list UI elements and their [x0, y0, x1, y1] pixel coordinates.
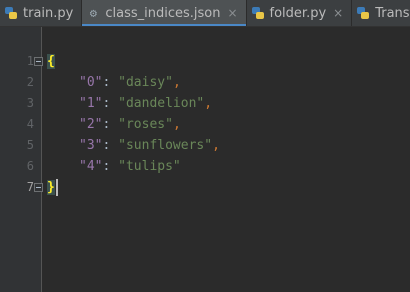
line-number: 6: [26, 159, 34, 173]
json-key: "3": [79, 138, 103, 153]
tab-label: Transfer: [375, 5, 410, 21]
comma: ,: [172, 117, 181, 132]
code-line: }: [47, 177, 55, 198]
json-value: "tulips": [118, 159, 181, 174]
line-number: 1: [26, 54, 34, 68]
line-number-current: 7: [26, 180, 34, 194]
line-number: 2: [26, 75, 34, 89]
tab-label: train.py: [23, 5, 74, 21]
tab-label: class_indices.json: [105, 5, 221, 21]
json-key: "0": [79, 75, 103, 90]
tab-class-indices-json[interactable]: ⚙ class_indices.json ×: [82, 0, 246, 26]
python-file-icon: [251, 6, 265, 20]
json-file-icon: ⚙: [89, 6, 97, 20]
json-value: "sunflowers": [118, 138, 213, 153]
code-line: {: [47, 51, 55, 72]
line-number-gutter[interactable]: 1 2 3 4 5 6 7: [0, 27, 43, 292]
line-number: 3: [26, 96, 34, 110]
json-key: "2": [79, 117, 103, 132]
json-value: "roses": [118, 117, 173, 132]
code-line: "0": "daisy",: [79, 75, 181, 90]
comma: ,: [204, 96, 213, 111]
tab-label: folder.py: [269, 5, 327, 21]
python-file-icon: [356, 6, 370, 20]
text-caret: [56, 179, 58, 196]
close-icon[interactable]: ×: [333, 6, 343, 20]
json-key: "4": [79, 159, 103, 174]
line-number: 5: [26, 138, 34, 152]
close-brace: }: [47, 180, 55, 195]
tab-folder-py[interactable]: folder.py ×: [247, 0, 352, 26]
close-icon[interactable]: ×: [227, 6, 237, 20]
json-value: "daisy": [118, 75, 173, 90]
code-line: "4": "tulips": [79, 159, 181, 174]
json-key: "1": [79, 96, 103, 111]
code-line: "2": "roses",: [79, 117, 181, 132]
python-file-icon: [4, 6, 18, 20]
editor-tab-bar: train.py ⚙ class_indices.json × folder.p…: [0, 0, 410, 27]
line-number: 4: [26, 117, 34, 131]
comma: ,: [212, 138, 220, 153]
code-line: "1": "dandelion",: [79, 96, 213, 111]
code-line: "3": "sunflowers",: [79, 138, 220, 153]
tab-train-py[interactable]: train.py: [0, 0, 81, 26]
json-value: "dandelion": [118, 96, 205, 111]
tab-transfer[interactable]: Transfer: [352, 0, 410, 26]
comma: ,: [172, 75, 181, 90]
open-brace: {: [47, 54, 55, 69]
code-editor[interactable]: { "0": "daisy", "1": "dandelion", "2": "…: [42, 27, 410, 292]
